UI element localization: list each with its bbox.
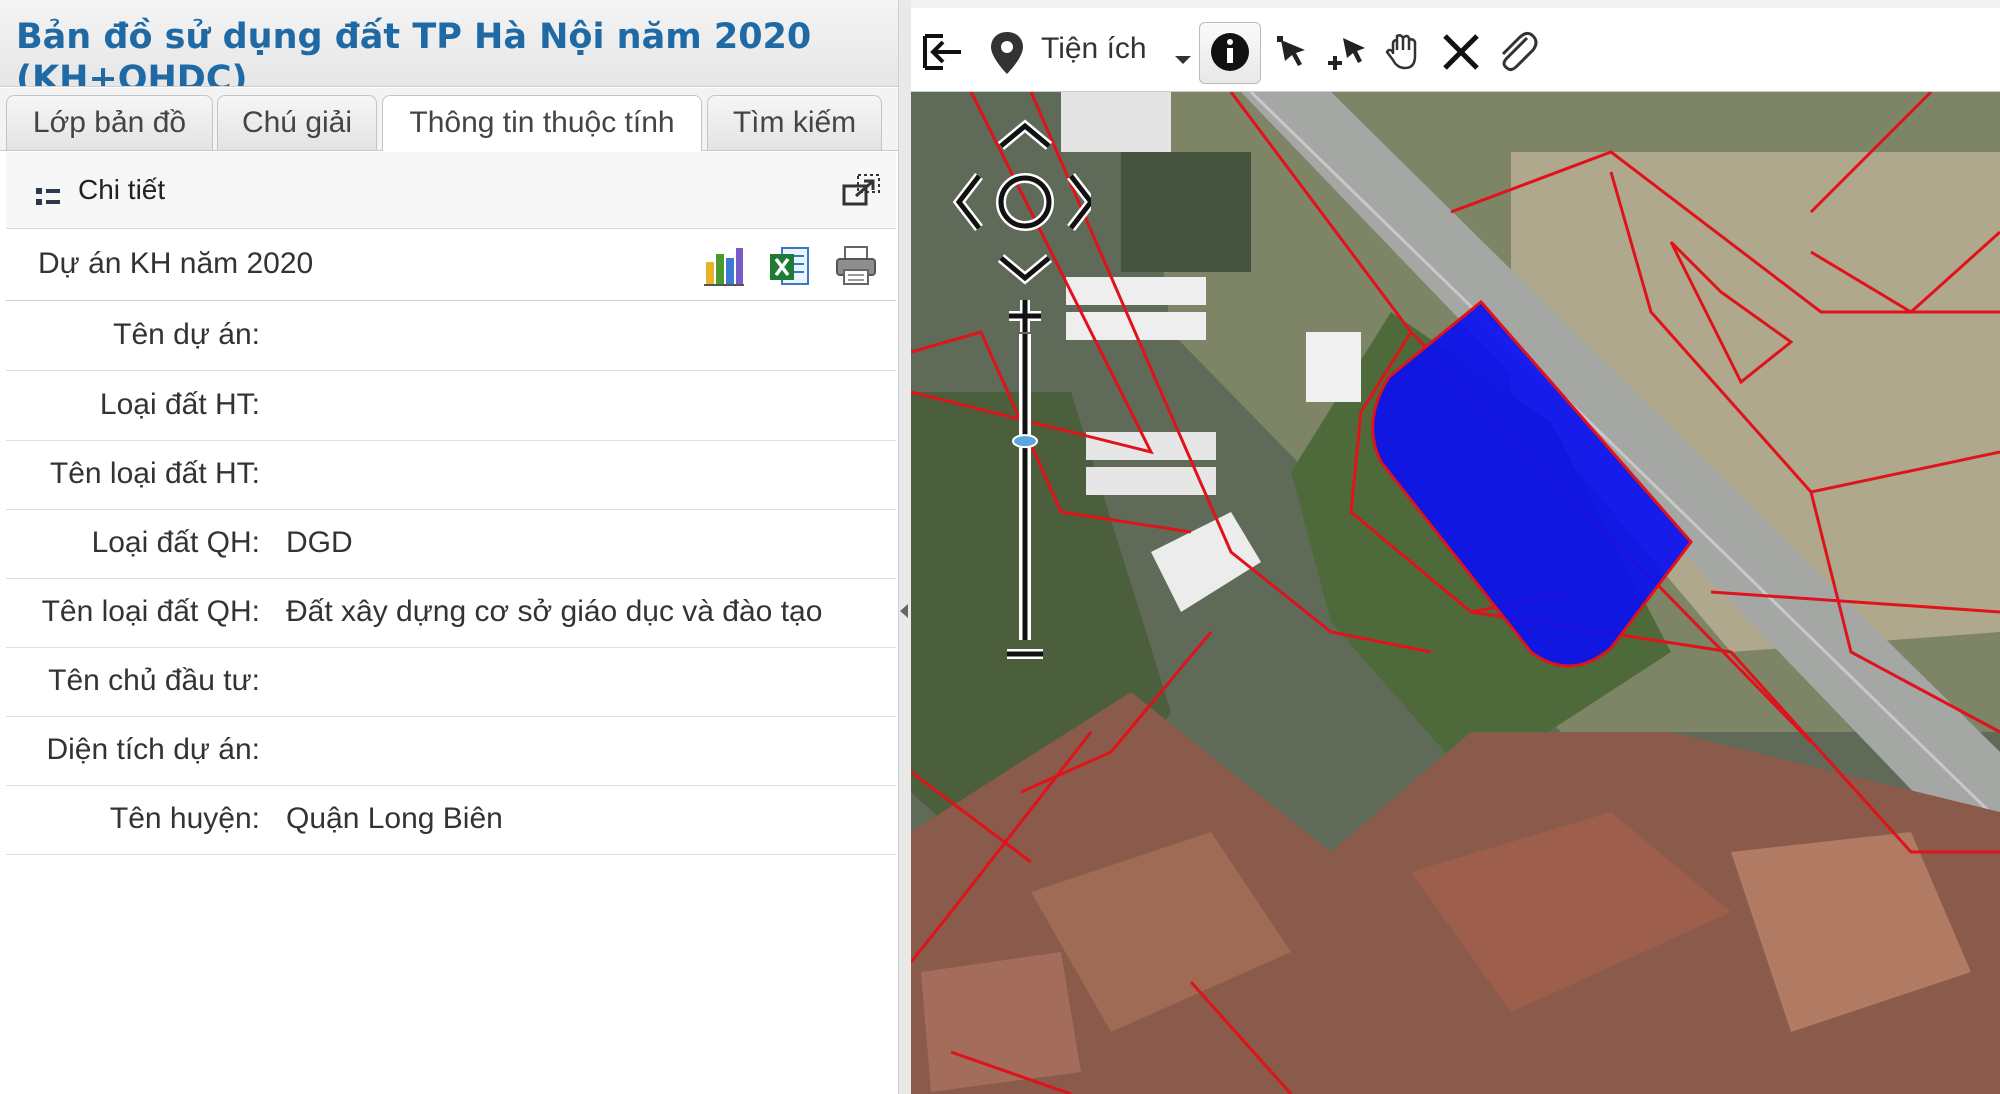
location-pin-icon[interactable] — [981, 22, 1033, 82]
attr-row-project-area: Diện tích dự án: — [6, 717, 896, 786]
attr-label: Loại đất HT: — [99, 388, 260, 421]
tab-search[interactable]: Tìm kiếm — [707, 95, 882, 150]
expand-icon[interactable] — [842, 172, 882, 208]
center-icon[interactable] — [996, 173, 1054, 231]
attach-icon[interactable] — [1489, 22, 1541, 82]
attr-row-planned-land-code: Loại đất QH: DGD — [6, 510, 896, 579]
attr-label: Tên loại đất QH: — [41, 595, 260, 628]
tab-bar: Lớp bản đồ Chú giải Thông tin thuộc tính… — [0, 88, 906, 151]
tab-map-layers[interactable]: Lớp bản đồ — [6, 95, 213, 150]
attr-label: Tên chủ đầu tư: — [48, 664, 260, 697]
pan-hand-icon[interactable] — [1379, 22, 1431, 82]
map-toolbar: Tiện ích — [911, 0, 2000, 92]
clear-icon[interactable] — [1435, 22, 1487, 82]
tab-legend[interactable]: Chú giải — [217, 95, 377, 150]
attr-value: Đất xây dựng cơ sở giáo dục và đào tạo — [286, 595, 823, 628]
select-arrow-icon[interactable] — [1269, 22, 1321, 82]
chart-icon[interactable] — [702, 244, 746, 288]
attr-row-current-land-name: Tên loại đất HT: — [6, 441, 896, 510]
info-icon[interactable] — [1199, 22, 1261, 84]
print-icon[interactable] — [834, 244, 878, 288]
excel-icon[interactable] — [768, 244, 812, 288]
attr-value: DGD — [286, 526, 353, 559]
attr-value: Quận Long Biên — [286, 802, 503, 835]
attr-row-investor: Tên chủ đầu tư: — [6, 648, 896, 717]
collapse-arrow-icon[interactable] — [900, 604, 908, 618]
pan-right-icon[interactable] — [1067, 172, 1098, 232]
dropdown-caret-icon[interactable] — [1169, 22, 1197, 82]
project-row: Dự án KH năm 2020 — [6, 230, 896, 301]
attr-row-district: Tên huyện: Quận Long Biên — [6, 786, 896, 855]
project-title: Dự án KH năm 2020 — [38, 247, 314, 280]
title-bar: Bản đồ sử dụng đất TP Hà Nội năm 2020 (K… — [0, 0, 906, 87]
panel-splitter[interactable] — [898, 0, 912, 1094]
utility-menu-label[interactable]: Tiện ích — [1041, 32, 1147, 66]
attr-row-current-land-code: Loại đất HT: — [6, 372, 896, 441]
attr-label: Diện tích dự án: — [46, 733, 260, 766]
detail-header: Chi tiết — [6, 152, 896, 229]
attr-row-project-name: Tên dự án: — [6, 302, 896, 371]
map-view[interactable] — [911, 92, 2000, 1094]
tab-attribute-info[interactable]: Thông tin thuộc tính — [382, 95, 702, 151]
map-navigation-control — [941, 112, 1098, 672]
pan-down-icon[interactable] — [997, 254, 1053, 285]
pan-up-icon[interactable] — [997, 119, 1053, 150]
app-title: Bản đồ sử dụng đất TP Hà Nội năm 2020 (K… — [16, 17, 812, 87]
zoom-in-icon[interactable] — [1009, 300, 1041, 332]
detail-label: Chi tiết — [78, 174, 166, 205]
exit-icon[interactable] — [917, 22, 969, 82]
add-select-icon[interactable] — [1323, 22, 1375, 82]
attr-label: Loại đất QH: — [91, 526, 260, 559]
attr-label: Tên huyện: — [109, 802, 260, 835]
attr-label: Tên dự án: — [113, 318, 260, 351]
attr-row-planned-land-name: Tên loại đất QH: Đất xây dựng cơ sở giáo… — [6, 579, 896, 648]
zoom-slider-thumb[interactable] — [1012, 434, 1038, 449]
attr-label: Tên loại đất HT: — [49, 457, 260, 490]
pan-left-icon[interactable] — [952, 172, 983, 232]
list-icon — [36, 186, 62, 208]
left-panel: Bản đồ sử dụng đất TP Hà Nội năm 2020 (K… — [0, 0, 906, 1094]
